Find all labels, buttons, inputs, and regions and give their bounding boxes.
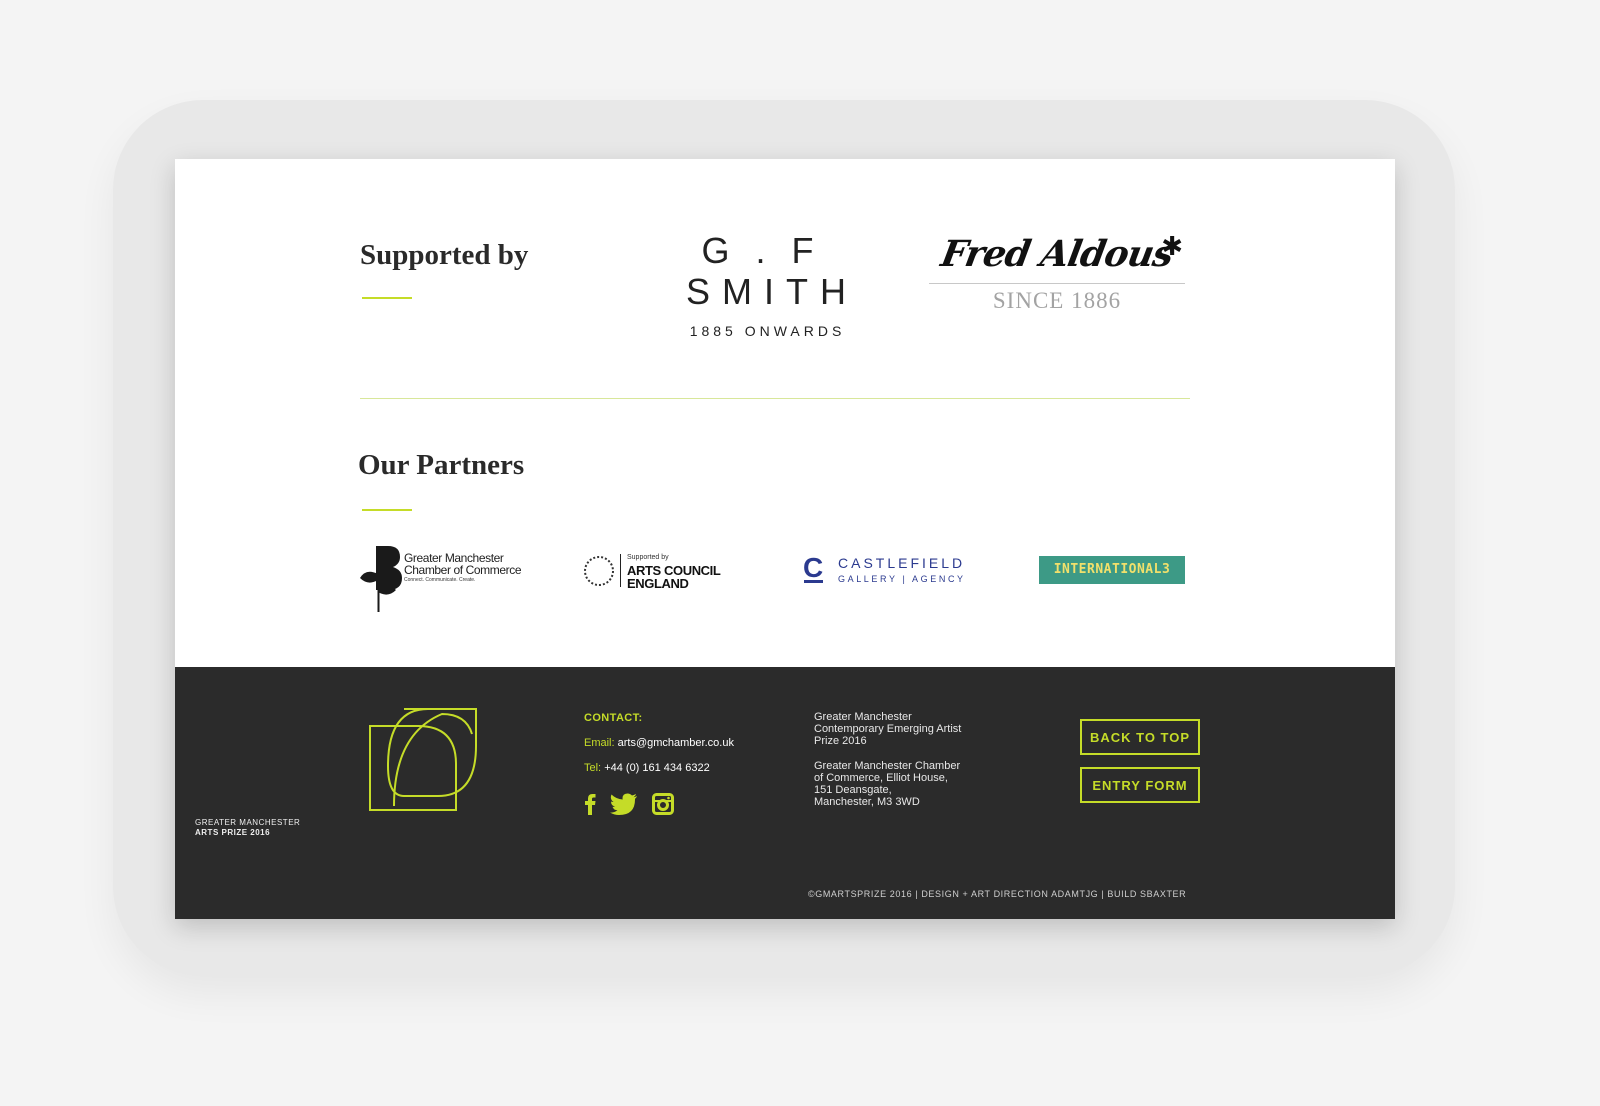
gf-smith-logo[interactable]: G.F SMITH 1885 ONWARDS [680,230,858,340]
castlefield-c-icon: C [803,552,824,583]
gf-smith-line3: 1885 ONWARDS [689,323,846,339]
supported-accent-rule [362,297,412,299]
arts-council-circle-icon [584,556,614,586]
address-line4: Manchester, M3 3WD [814,796,920,808]
gm-chamber-name: Greater Manchester Chamber of Commerce [404,552,522,577]
address-line2: of Commerce, Elliot House, [814,772,948,784]
castlefield-mark-bar [804,580,823,583]
arts-council-line2: ENGLAND [627,576,689,591]
site-footer [175,667,1395,919]
address-line1: Greater Manchester Chamber [814,760,961,772]
arts-prize-caption-line2: ARTS PRIZE 2016 [195,828,271,837]
webpage-screen: Supported by G.F SMITH 1885 ONWARDS Fred… [175,159,1395,919]
entry-form-button[interactable]: ENTRY FORM [1080,767,1200,803]
castlefield-sub: GALLERY | AGENCY [838,574,966,584]
arts-council-supported-by: Supported by [627,554,669,561]
contact-tel-row: Tel: +44 (0) 161 434 6322 [584,762,734,774]
arts-council-name: ARTS COUNCIL ENGLAND [627,564,721,591]
arts-prize-logo-icon[interactable] [368,706,478,816]
asterisk-icon: ✱ [1161,231,1183,261]
arts-prize-caption: GREATER MANCHESTER ARTS PRIZE 2016 [195,818,300,838]
email-label: Email: [584,737,615,749]
fred-aldous-wordmark: Fred Aldous [937,233,1177,275]
fred-aldous-since: SINCE 1886 [992,288,1122,313]
contact-email-row: Email: arts@gmchamber.co.uk [584,737,734,749]
gf-smith-line1: G.F [701,230,840,271]
arts-council-logo[interactable]: Supported by ARTS COUNCIL ENGLAND [580,552,730,592]
castlefield-gallery-logo[interactable]: C CASTLEFIELD GALLERY | AGENCY [803,554,983,594]
instagram-icon[interactable] [652,793,674,815]
address-gap [814,747,994,760]
supported-by-heading: Supported by [360,239,529,271]
fred-aldous-rule [929,283,1185,284]
tel-link[interactable]: +44 (0) 161 434 6322 [604,762,710,774]
gm-chamber-tagline: Connect. Communicate. Create. [404,577,476,583]
prize-line1: Greater Manchester [814,711,912,723]
gm-chamber-name-line2: Chamber of Commerce [404,563,522,577]
international3-logo[interactable]: INTERNATIONAL3 [1039,556,1185,584]
gf-smith-line2: SMITH [686,271,858,312]
arts-council-divider [620,554,621,587]
tel-label: Tel: [584,762,602,774]
gm-chamber-logo[interactable]: Greater Manchester Chamber of Commerce C… [358,544,528,614]
our-partners-heading: Our Partners [358,449,525,481]
twitter-icon[interactable] [610,793,638,815]
copyright-text: ©GMARTSPRIZE 2016 | DESIGN + ART DIRECTI… [808,889,1187,899]
fred-aldous-logo[interactable]: Fred Aldous ✱ SINCE 1886 [927,231,1187,314]
facebook-icon[interactable] [584,793,596,815]
address-block: Greater Manchester Contemporary Emerging… [814,711,994,808]
prize-line2: Contemporary Emerging Artist [814,723,962,735]
prize-line3: Prize 2016 [814,735,867,747]
chamber-b-icon [360,546,402,612]
contact-block: CONTACT: Email: arts@gmchamber.co.uk Tel… [584,712,734,787]
arts-prize-caption-line1: GREATER MANCHESTER [195,818,301,827]
social-links [584,793,674,815]
section-divider [360,398,1190,399]
castlefield-name: CASTLEFIELD [838,555,966,571]
partners-accent-rule [362,509,412,511]
contact-label: CONTACT: [584,712,643,724]
email-link[interactable]: arts@gmchamber.co.uk [618,737,734,749]
address-line3: 151 Deansgate, [814,784,892,796]
back-to-top-button[interactable]: BACK TO TOP [1080,719,1200,755]
